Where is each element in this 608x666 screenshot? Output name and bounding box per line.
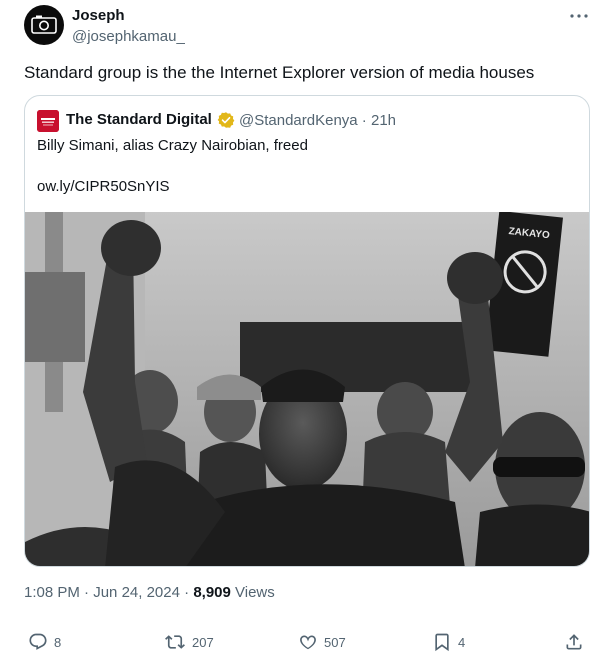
meta-separator: · xyxy=(79,584,94,601)
quoted-photo[interactable]: ZAKAYO xyxy=(25,212,590,567)
ellipsis-icon xyxy=(570,14,588,18)
retweet-count: 207 xyxy=(192,634,214,650)
retweet-icon xyxy=(165,635,185,649)
verified-badge-icon xyxy=(217,112,235,128)
meta-separator-2: · xyxy=(179,584,194,601)
retweet-button[interactable]: 207 xyxy=(164,626,214,658)
quoted-link[interactable]: ow.ly/CIPR50SnYIS xyxy=(37,178,170,195)
heart-icon xyxy=(300,635,316,650)
camera-icon xyxy=(31,15,57,34)
bookmark-count: 4 xyxy=(458,634,466,650)
quoted-time-ago[interactable]: 21h xyxy=(371,112,396,129)
author-display-name[interactable]: Joseph xyxy=(72,7,125,24)
avatar[interactable] xyxy=(24,5,64,45)
views-count: 8,909 xyxy=(193,584,231,601)
like-button[interactable]: 507 xyxy=(298,626,346,658)
tweet-text: Standard group is the the Internet Explo… xyxy=(24,63,535,82)
quoted-handle[interactable]: @StandardKenya xyxy=(239,112,358,129)
standard-logo-mark xyxy=(37,110,59,132)
tweet-time[interactable]: 1:08 PM xyxy=(24,584,80,601)
bookmark-icon xyxy=(435,633,449,652)
quoted-separator: · xyxy=(357,112,371,129)
bookmark-button[interactable]: 4 xyxy=(432,626,465,658)
tweet-meta: 1:08 PM · Jun 24, 2024 · 8,909 Views xyxy=(24,584,275,601)
share-icon xyxy=(566,634,582,650)
tweet: Joseph @josephkamau_ Standard group is t… xyxy=(0,0,608,666)
standard-logo xyxy=(37,110,59,132)
reply-button[interactable]: 8 xyxy=(28,626,61,658)
quoted-display-name[interactable]: The Standard Digital xyxy=(66,111,212,128)
quoted-tweet[interactable]: The Standard Digital @StandardKenya · 21… xyxy=(24,95,590,567)
share-button[interactable] xyxy=(564,626,584,658)
like-count: 507 xyxy=(324,634,346,650)
author-handle[interactable]: @josephkamau_ xyxy=(72,28,185,45)
reply-icon xyxy=(29,633,47,650)
more-options-button[interactable] xyxy=(568,6,590,26)
quoted-text: Billy Simani, alias Crazy Nairobian, fre… xyxy=(37,137,308,154)
quoted-meta: @StandardKenya · 21h xyxy=(239,112,396,129)
views-label: Views xyxy=(230,584,275,601)
tweet-date[interactable]: Jun 24, 2024 xyxy=(93,584,180,601)
reply-count: 8 xyxy=(54,634,62,650)
action-bar: 8 207 507 4 xyxy=(0,626,608,658)
